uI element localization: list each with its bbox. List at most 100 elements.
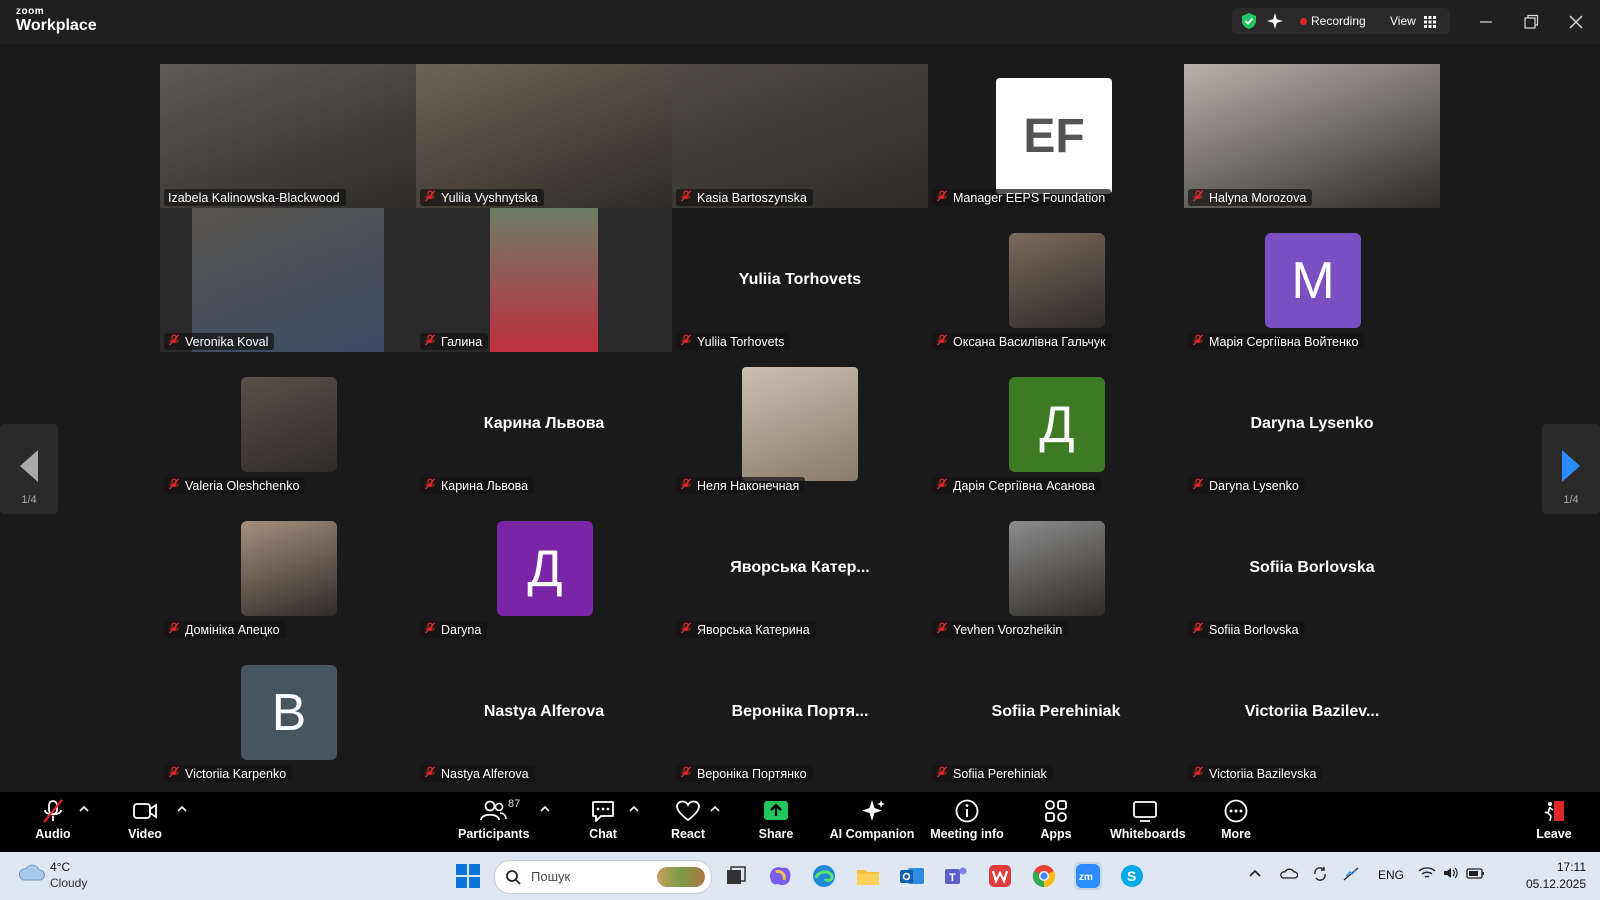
participant-tile[interactable]: Daryna Lysenko Daryna Lysenko bbox=[1184, 352, 1440, 496]
participant-tile[interactable]: Галина bbox=[416, 208, 672, 352]
ai-sparkle-icon[interactable] bbox=[1266, 12, 1284, 35]
video-gallery: 1/4 1/4 Izabela Kalinowska-Blackwood Yuli… bbox=[0, 44, 1600, 792]
participant-tile[interactable]: Sofiia Perehiniak Sofiia Perehiniak bbox=[928, 640, 1184, 784]
clock-date[interactable]: 05.12.2025 bbox=[1500, 877, 1586, 891]
wps-office-icon[interactable] bbox=[986, 862, 1014, 890]
view-button[interactable]: View bbox=[1390, 14, 1416, 28]
participant-avatar-photo bbox=[1009, 233, 1105, 328]
windows-start-icon[interactable] bbox=[456, 864, 480, 893]
prev-page-button[interactable]: 1/4 bbox=[0, 424, 58, 514]
outlook-icon[interactable] bbox=[898, 862, 926, 890]
edge-browser-icon[interactable] bbox=[810, 862, 838, 890]
recording-dot-icon bbox=[1300, 18, 1307, 25]
participant-name-tag: Valeria Oleshchenko bbox=[164, 477, 306, 494]
participant-tile[interactable]: Неля Наконечная bbox=[672, 352, 928, 496]
wifi-icon[interactable] bbox=[1418, 866, 1436, 883]
more-label: More bbox=[1221, 827, 1251, 841]
share-button[interactable]: Share bbox=[756, 798, 796, 848]
participant-tile[interactable]: Д Дарія Сергіївна Асанова bbox=[928, 352, 1184, 496]
file-explorer-icon[interactable] bbox=[854, 862, 882, 890]
chrome-icon[interactable] bbox=[1030, 862, 1058, 890]
encryption-shield-icon[interactable] bbox=[1240, 12, 1258, 35]
participant-tile[interactable]: Izabela Kalinowska-Blackwood bbox=[160, 64, 416, 208]
network-status-icon[interactable] bbox=[1342, 866, 1360, 885]
participant-name: Manager EEPS Foundation bbox=[953, 190, 1106, 205]
mic-muted-icon bbox=[680, 334, 692, 349]
close-icon[interactable] bbox=[1566, 12, 1586, 32]
participant-tile[interactable]: Valeria Oleshchenko bbox=[160, 352, 416, 496]
clock-time[interactable]: 17:11 bbox=[1528, 860, 1586, 874]
participant-tile[interactable]: EF Manager EEPS Foundation bbox=[928, 64, 1184, 208]
participant-tile[interactable]: Оксана Василівна Гальчук bbox=[928, 208, 1184, 352]
participant-tile[interactable]: Карина Львова Карина Львова bbox=[416, 352, 672, 496]
recording-label[interactable]: Recording bbox=[1311, 14, 1366, 28]
participant-tile[interactable]: Yevhen Vorozheikin bbox=[928, 496, 1184, 640]
language-indicator[interactable]: ENG bbox=[1378, 868, 1404, 882]
audio-button[interactable]: Audio bbox=[30, 798, 76, 848]
participant-name: Nastya Alferova bbox=[441, 766, 529, 781]
zoom-logo: zoom Workplace bbox=[16, 7, 97, 34]
mic-muted-icon bbox=[168, 766, 180, 781]
chat-button[interactable]: Chat bbox=[586, 798, 620, 848]
participant-display-name: Sofiia Borlovska bbox=[1249, 559, 1375, 576]
participant-tile[interactable]: Nastya Alferova Nastya Alferova bbox=[416, 640, 672, 784]
participant-name-tag: Kasia Bartoszynska bbox=[676, 189, 813, 206]
participant-tile[interactable]: Sofiia Borlovska Sofiia Borlovska bbox=[1184, 496, 1440, 640]
participant-name: Неля Наконечная bbox=[697, 478, 800, 493]
participant-tile[interactable]: Halyna Morozova bbox=[1184, 64, 1440, 208]
participant-name-tag: Домініка Апецко bbox=[164, 621, 286, 638]
meeting-info-button[interactable]: Meeting info bbox=[930, 798, 1004, 848]
participant-tile[interactable]: Veronika Koval bbox=[160, 208, 416, 352]
participant-tile[interactable]: Yuliia Torhovets Yuliia Torhovets bbox=[672, 208, 928, 352]
participant-name: Victoriia Bazilevska bbox=[1209, 766, 1317, 781]
participant-tile[interactable]: Д Daryna bbox=[416, 496, 672, 640]
react-button[interactable]: React bbox=[670, 798, 706, 848]
participant-tile[interactable]: Kasia Bartoszynska bbox=[672, 64, 928, 208]
participant-display-name: Яворська Катер... bbox=[730, 559, 870, 576]
participants-label: Participants bbox=[458, 827, 530, 841]
leave-button[interactable]: Leave bbox=[1536, 798, 1572, 848]
participant-tile[interactable]: Yuliia Vyshnytska bbox=[416, 64, 672, 208]
taskbar-search[interactable]: Пошук bbox=[494, 860, 712, 894]
react-options-caret-icon[interactable] bbox=[709, 802, 721, 820]
zoom-taskbar-icon[interactable]: zm bbox=[1074, 862, 1102, 890]
participant-name: Галина bbox=[441, 334, 483, 349]
whiteboards-button[interactable]: Whiteboards bbox=[1110, 798, 1186, 848]
participant-tile[interactable]: Victoriia Bazilev... Victoriia Bazilevska bbox=[1184, 640, 1440, 784]
participant-tile[interactable]: Яворська Катер... Яворська Катерина bbox=[672, 496, 928, 640]
battery-icon[interactable] bbox=[1466, 866, 1486, 883]
copilot-icon[interactable] bbox=[766, 862, 794, 890]
audio-options-caret-icon[interactable] bbox=[78, 802, 90, 820]
participants-options-caret-icon[interactable] bbox=[539, 802, 551, 820]
skype-icon[interactable]: S bbox=[1118, 862, 1146, 890]
participant-name-tag: Veronika Koval bbox=[164, 333, 275, 350]
teams-icon[interactable]: T bbox=[942, 862, 970, 890]
video-options-caret-icon[interactable] bbox=[176, 802, 188, 820]
participant-tile[interactable]: B Victoriia Karpenko bbox=[160, 640, 416, 784]
participant-tile[interactable]: Домініка Апецко bbox=[160, 496, 416, 640]
participant-name: Veronika Koval bbox=[185, 334, 269, 349]
weather-temp[interactable]: 4°C bbox=[50, 860, 70, 874]
mic-muted-icon bbox=[424, 334, 436, 349]
tray-expand-chevron-icon[interactable] bbox=[1248, 866, 1262, 883]
chat-options-caret-icon[interactable] bbox=[628, 802, 640, 820]
participant-name-tag: Галина bbox=[420, 333, 489, 350]
weather-condition[interactable]: Cloudy bbox=[50, 876, 87, 890]
participant-name-tag: Victoriia Karpenko bbox=[164, 765, 293, 782]
whiteboard-icon bbox=[1133, 801, 1157, 822]
participant-tile[interactable]: M Марія Сергіївна Войтенко bbox=[1184, 208, 1440, 352]
task-view-icon[interactable] bbox=[722, 862, 750, 890]
ai-companion-button[interactable]: AI Companion bbox=[826, 798, 918, 848]
more-button[interactable]: More bbox=[1218, 798, 1254, 848]
volume-icon[interactable] bbox=[1442, 866, 1460, 883]
sync-icon[interactable] bbox=[1312, 866, 1328, 885]
minimize-icon[interactable] bbox=[1476, 12, 1496, 32]
grid-view-icon[interactable] bbox=[1424, 15, 1436, 33]
onedrive-icon[interactable] bbox=[1280, 866, 1299, 883]
restore-icon[interactable] bbox=[1521, 12, 1541, 32]
next-page-button[interactable]: 1/4 bbox=[1542, 424, 1600, 514]
participant-tile[interactable]: Вероніка Портя... Вероніка Портянко bbox=[672, 640, 928, 784]
apps-button[interactable]: Apps bbox=[1039, 798, 1073, 848]
video-button[interactable]: Video bbox=[120, 798, 170, 848]
cloud-weather-icon[interactable] bbox=[16, 860, 46, 889]
